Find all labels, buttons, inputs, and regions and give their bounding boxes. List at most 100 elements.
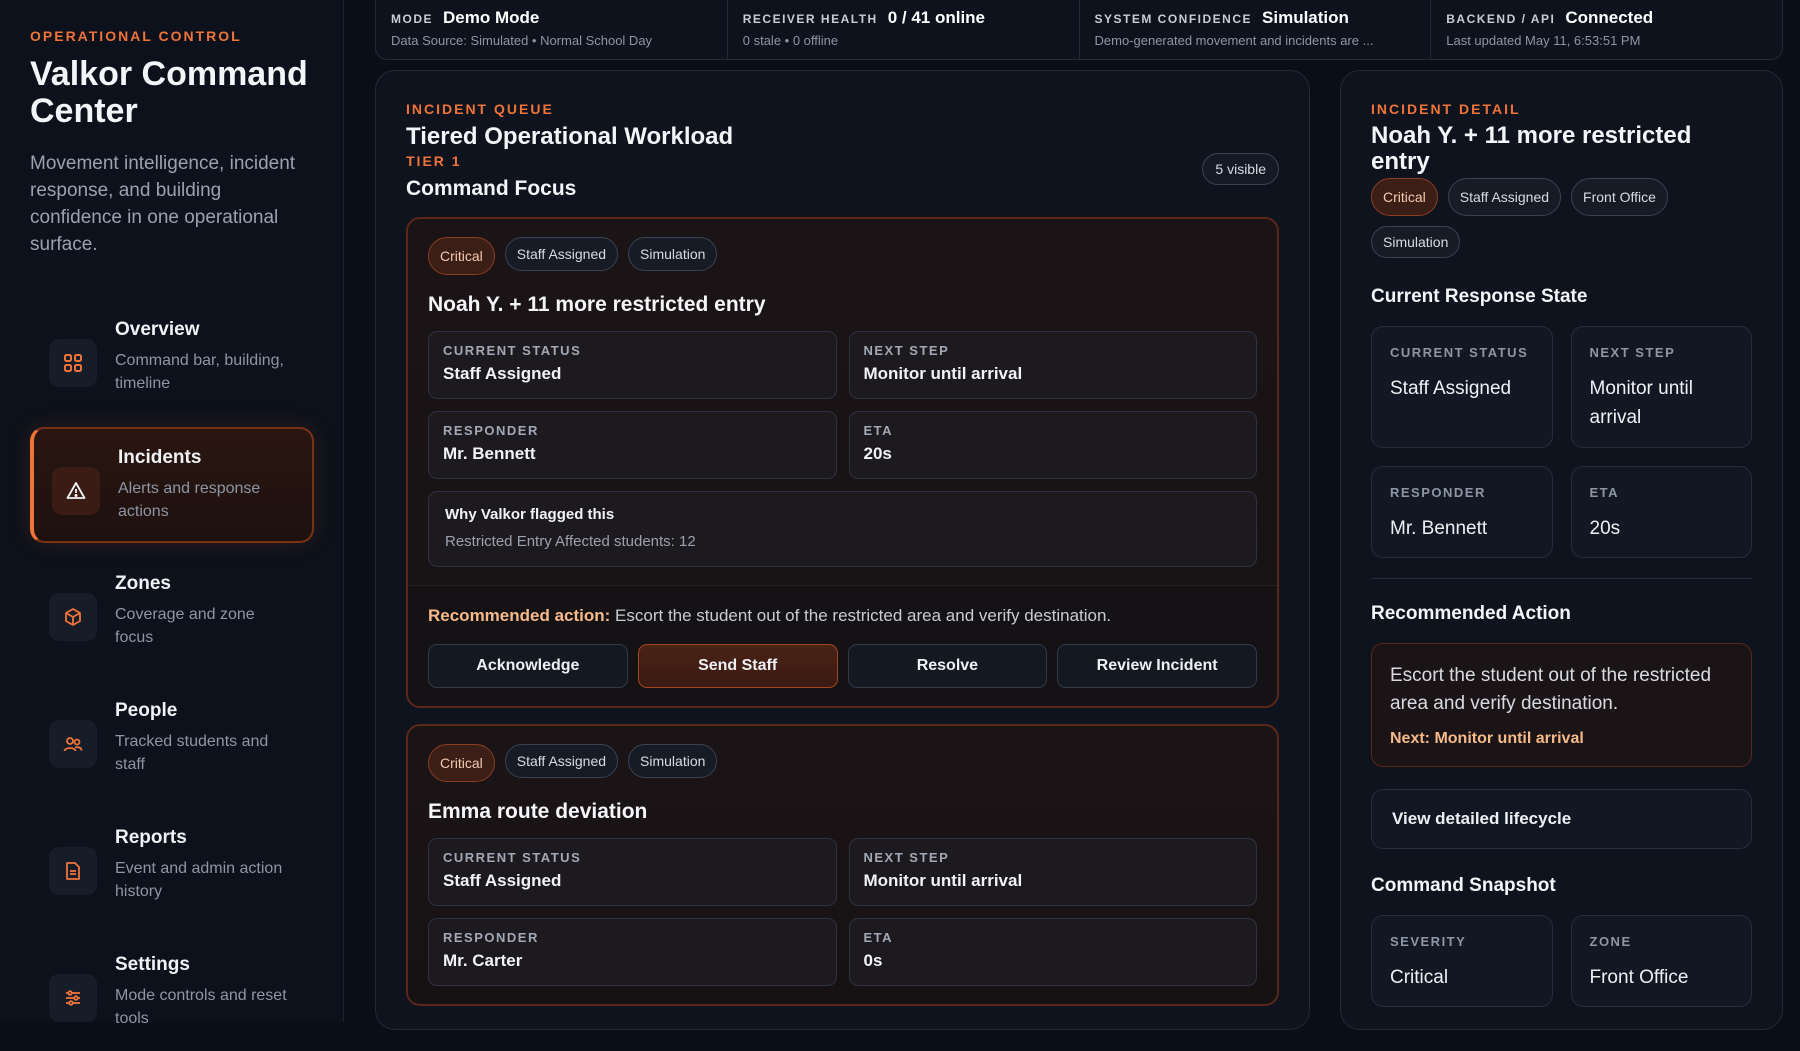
app-description: Movement intelligence, incident response… [30, 153, 296, 255]
review-incident-button[interactable]: Review Incident [1057, 644, 1257, 688]
field-value: Staff Assigned [443, 364, 562, 383]
field-value: Front Office [1589, 967, 1689, 988]
receiver-label: RECEIVER HEALTH [742, 12, 878, 26]
backend-label: BACKEND / API [1446, 12, 1556, 26]
sidebar-item-zones[interactable]: Zones Coverage and zone focus [30, 554, 314, 670]
detail-next-step-field: NEXT STEP Monitor until arrival [1570, 326, 1752, 448]
field-value: Mr. Bennett [443, 444, 536, 463]
sidebar-item-overview[interactable]: Overview Command bar, building, timeline [30, 300, 314, 416]
recommended-action-section: Recommended action: Escort the student o… [408, 585, 1277, 706]
field-label: CURRENT STATUS [1390, 345, 1529, 360]
next-step-text: Next: Monitor until arrival [1390, 730, 1584, 747]
sidebar-item-reports[interactable]: Reports Event and admin action history [30, 808, 314, 924]
response-state-heading: Current Response State [1371, 286, 1588, 307]
sidebar-item-sub: Tracked students and staff [115, 733, 269, 773]
why-title: Why Valkor flagged this [445, 506, 615, 523]
severity-chip: Critical [428, 744, 495, 782]
recommended-action-text: Escort the student out of the restricted… [615, 606, 1112, 625]
field-value: Staff Assigned [1390, 378, 1512, 399]
zone-chip: Front Office [1571, 178, 1668, 216]
field-value: 20s [1589, 518, 1621, 539]
field-label: RESPONDER [443, 423, 539, 438]
queue-eyebrow: INCIDENT QUEUE [406, 101, 554, 117]
sidebar-item-sub: Command bar, building, timeline [115, 352, 284, 392]
current-status-field: CURRENT STATUS Staff Assigned [428, 331, 837, 399]
recommended-action: Recommended action: Escort the student o… [428, 606, 1257, 626]
zone-field: ZONE Front Office [1570, 915, 1752, 1007]
cube-icon [49, 593, 97, 641]
divider [1371, 578, 1752, 579]
source-chip: Simulation [628, 744, 718, 778]
receiver-sub: 0 stale • 0 offline [742, 33, 839, 48]
confidence-sub: Demo-generated movement and incidents ar… [1094, 33, 1374, 48]
sidebar-item-incidents[interactable]: Incidents Alerts and response actions [30, 427, 314, 543]
sidebar-item-people[interactable]: People Tracked students and staff [30, 681, 314, 797]
send-staff-button[interactable]: Send Staff [637, 644, 838, 688]
sidebar-item-label: People [115, 700, 178, 721]
field-value: Mr. Carter [443, 951, 523, 970]
confidence-value: Simulation [1262, 8, 1349, 27]
source-chip: Simulation [1371, 226, 1461, 258]
acknowledge-button[interactable]: Acknowledge [428, 644, 628, 688]
severity-chip: Critical [1371, 178, 1438, 216]
detail-eta-field: ETA 20s [1570, 466, 1752, 558]
detail-status-field: CURRENT STATUS Staff Assigned [1371, 326, 1553, 448]
field-value: Monitor until arrival [863, 364, 1023, 383]
resolve-button[interactable]: Resolve [847, 644, 1048, 688]
incident-card[interactable]: Critical Staff Assigned Simulation Emma … [406, 724, 1279, 1006]
field-label: NEXT STEP [863, 850, 950, 865]
why-flagged-box: Why Valkor flagged this Restricted Entry… [428, 491, 1257, 567]
current-status-field: CURRENT STATUS Staff Assigned [428, 838, 837, 906]
backend-status: BACKEND / API Connected Last updated May … [1431, 0, 1782, 59]
field-value: Monitor until arrival [863, 871, 1023, 890]
why-text: Restricted Entry Affected students: 12 [445, 533, 696, 550]
people-icon [49, 720, 97, 768]
backend-sub: Last updated May 11, 6:53:51 PM [1446, 33, 1641, 48]
sidebar-item-sub: Alerts and response actions [118, 480, 261, 520]
receiver-value: 0 / 41 online [887, 8, 986, 27]
recommended-action-label: Recommended action: [428, 606, 611, 625]
incident-detail-panel: INCIDENT DETAIL Noah Y. + 11 more restri… [1340, 70, 1783, 1030]
visible-count-badge: 5 visible [1202, 153, 1279, 185]
detail-title: Noah Y. + 11 more restricted entry [1371, 122, 1692, 175]
incident-title: Noah Y. + 11 more restricted entry [428, 293, 766, 316]
field-label: ETA [863, 423, 894, 438]
field-label: NEXT STEP [1589, 345, 1676, 360]
status-chip: Staff Assigned [1447, 178, 1562, 216]
field-value: Staff Assigned [443, 871, 562, 890]
field-label: NEXT STEP [863, 343, 950, 358]
field-value: 20s [863, 444, 892, 463]
detail-eyebrow: INCIDENT DETAIL [1371, 101, 1521, 117]
grid-icon [49, 339, 97, 387]
eta-field: ETA 0s [848, 918, 1257, 986]
sidebar-item-settings[interactable]: Settings Mode controls and reset tools [30, 935, 314, 1051]
next-step-field: NEXT STEP Monitor until arrival [848, 838, 1257, 906]
sidebar: OPERATIONAL CONTROL Valkor Command Cente… [0, 0, 344, 1027]
mode-status: MODE Demo Mode Data Source: Simulated • N… [376, 0, 728, 59]
status-chip: Staff Assigned [504, 237, 619, 271]
incident-card[interactable]: Critical Staff Assigned Simulation Noah … [406, 217, 1279, 708]
status-bar: MODE Demo Mode Data Source: Simulated • N… [375, 0, 1783, 60]
responder-field: RESPONDER Mr. Bennett [428, 411, 837, 479]
field-label: CURRENT STATUS [443, 343, 582, 358]
detail-responder-field: RESPONDER Mr. Bennett [1371, 466, 1553, 558]
incident-chips: Critical Staff Assigned Simulation [428, 744, 1257, 782]
command-snapshot-heading: Command Snapshot [1371, 875, 1556, 896]
field-value: 0s [863, 951, 883, 970]
field-label: ZONE [1589, 934, 1632, 949]
eta-field: ETA 20s [848, 411, 1257, 479]
field-label: RESPONDER [443, 930, 539, 945]
source-chip: Simulation [628, 237, 718, 271]
sidebar-item-label: Overview [115, 319, 200, 340]
receiver-health-status: RECEIVER HEALTH 0 / 41 online 0 stale • 0… [728, 0, 1080, 59]
sidebar-item-sub: Event and admin action history [115, 860, 283, 900]
mode-label: MODE [391, 12, 433, 26]
confidence-label: SYSTEM CONFIDENCE [1094, 12, 1253, 26]
view-lifecycle-button[interactable]: View detailed lifecycle [1371, 789, 1752, 849]
sidebar-item-label: Incidents [118, 447, 202, 468]
mode-sub: Data Source: Simulated • Normal School D… [391, 33, 653, 48]
severity-chip: Critical [428, 237, 495, 275]
field-label: ETA [1589, 485, 1620, 500]
sliders-icon [49, 974, 97, 1022]
status-chip: Staff Assigned [504, 744, 619, 778]
